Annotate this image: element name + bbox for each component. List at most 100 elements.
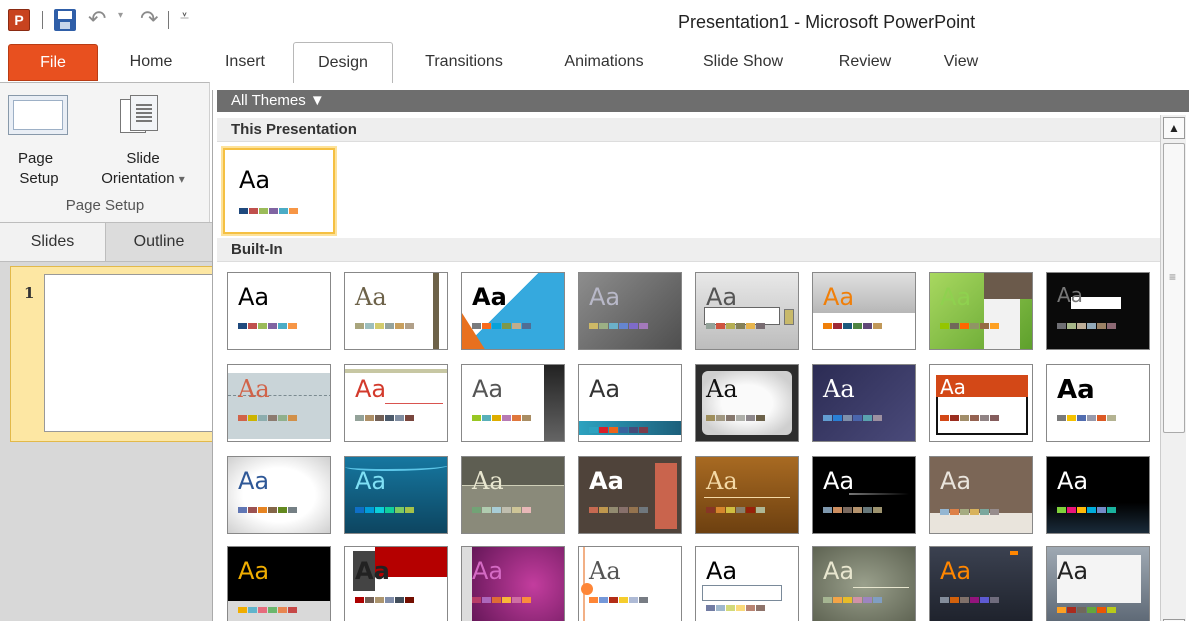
title-bar: P ↶ ▾ ↷ ⩡ Presentation1 - Microsoft Powe… bbox=[0, 0, 1189, 42]
slide-thumbnail[interactable] bbox=[44, 274, 219, 432]
tab-transitions[interactable]: Transitions bbox=[408, 42, 520, 82]
theme-apex[interactable]: Aa bbox=[578, 272, 682, 350]
theme-office-current[interactable]: Aa bbox=[223, 148, 335, 234]
grip-icon: ≡ bbox=[1169, 270, 1177, 284]
scroll-up-icon[interactable]: ▲ bbox=[1163, 117, 1185, 139]
save-icon[interactable] bbox=[54, 9, 76, 31]
theme-black-tie[interactable]: Aa bbox=[1046, 272, 1150, 350]
group-label: Page Setup bbox=[65, 197, 145, 214]
all-themes-header[interactable]: All Themes ▼ bbox=[217, 90, 1189, 112]
undo-dropdown-icon[interactable]: ▾ bbox=[118, 10, 123, 21]
separator bbox=[42, 11, 43, 29]
theme-preview-text: Aa bbox=[589, 467, 624, 495]
theme-metro[interactable]: Aa bbox=[1046, 456, 1150, 534]
theme-civic[interactable]: Aa bbox=[227, 364, 331, 442]
theme-preview-text: Aa bbox=[940, 467, 972, 495]
slides-pane: 1 bbox=[0, 262, 219, 621]
theme-preview-text: Aa bbox=[589, 557, 621, 585]
window-title: Presentation1 - Microsoft PowerPoint bbox=[678, 12, 976, 32]
theme-office[interactable]: Aa bbox=[227, 272, 331, 350]
page-setup-button[interactable]: Page Setup bbox=[18, 149, 74, 189]
theme-preview-text: Aa bbox=[706, 375, 738, 403]
theme-aspect[interactable]: Aa bbox=[812, 272, 916, 350]
theme-preview-text: Aa bbox=[238, 467, 270, 495]
theme-composite[interactable]: Aa bbox=[461, 364, 565, 442]
slide-orientation-label-line1: Slide bbox=[126, 150, 160, 167]
theme-elemental[interactable]: Aa bbox=[812, 364, 916, 442]
theme-preview-text: Aa bbox=[589, 375, 621, 403]
theme-origin[interactable]: Aa bbox=[695, 546, 799, 621]
theme-apothecary[interactable]: Aa bbox=[695, 272, 799, 350]
theme-preview-text: Aa bbox=[823, 557, 855, 585]
theme-preview-text: Aa bbox=[940, 375, 966, 399]
theme-preview-text: Aa bbox=[1057, 283, 1083, 307]
ribbon-tabs: File Home Insert Design Transitions Anim… bbox=[0, 42, 1189, 83]
theme-preview-text: Aa bbox=[472, 557, 504, 585]
customize-quick-access-icon[interactable]: ⩡ bbox=[180, 8, 189, 26]
slide-orientation-label-line2: Orientation bbox=[101, 170, 175, 187]
theme-preview-text: Aa bbox=[472, 467, 504, 495]
theme-couture[interactable]: Aa bbox=[695, 364, 799, 442]
page-setup-label-line1: Page bbox=[18, 150, 54, 167]
section-built-in: Built-In bbox=[217, 238, 1161, 262]
theme-horizon[interactable]: Aa bbox=[812, 456, 916, 534]
tab-file[interactable]: File bbox=[8, 44, 98, 81]
theme-preview-text: Aa bbox=[940, 557, 972, 585]
theme-grid[interactable]: Aa bbox=[578, 456, 682, 534]
theme-pushpin[interactable]: Aa bbox=[1046, 546, 1150, 621]
undo-icon[interactable]: ↶ bbox=[88, 7, 106, 31]
theme-preview-text: Aa bbox=[238, 283, 270, 311]
theme-perspective[interactable]: Aa bbox=[929, 546, 1033, 621]
theme-preview-text: Aa bbox=[1057, 375, 1095, 405]
theme-preview-text: Aa bbox=[706, 283, 738, 311]
page-setup-group: Page Setup Slide Orientation ▾ Page Setu… bbox=[0, 82, 210, 222]
theme-preview-text: Aa bbox=[238, 557, 270, 585]
theme-preview-text: Aa bbox=[472, 283, 507, 311]
slide-number: 1 bbox=[24, 284, 35, 302]
tab-slides[interactable]: Slides bbox=[0, 223, 106, 261]
tab-view[interactable]: View bbox=[930, 42, 992, 82]
theme-preview-text: Aa bbox=[823, 467, 855, 495]
pane-tabs: Slides Outline bbox=[0, 222, 212, 262]
theme-preview-text: Aa bbox=[940, 283, 972, 311]
redo-icon[interactable]: ↷ bbox=[140, 7, 158, 31]
theme-median[interactable]: Aa bbox=[929, 456, 1033, 534]
themes-gallery: All Themes ▼ This Presentation Built-In … bbox=[212, 90, 1189, 621]
theme-preview-text: Aa bbox=[239, 166, 271, 194]
tab-animations[interactable]: Animations bbox=[548, 42, 660, 82]
theme-austin[interactable]: Aa bbox=[929, 272, 1033, 350]
theme-preview-text: Aa bbox=[706, 557, 738, 585]
theme-paper[interactable]: Aa bbox=[812, 546, 916, 621]
slide-orientation-button[interactable]: Slide Orientation ▾ bbox=[84, 149, 202, 189]
theme-flow[interactable]: Aa bbox=[344, 456, 448, 534]
theme-executive[interactable]: Aa bbox=[227, 456, 331, 534]
tab-design[interactable]: Design bbox=[293, 42, 393, 83]
theme-foundry[interactable]: Aa bbox=[461, 456, 565, 534]
tab-slide-show[interactable]: Slide Show bbox=[686, 42, 800, 82]
scroll-thumb[interactable]: ≡ bbox=[1163, 143, 1185, 433]
tab-outline[interactable]: Outline bbox=[106, 223, 212, 261]
theme-preview-text: Aa bbox=[472, 375, 504, 403]
theme-opulent[interactable]: Aa bbox=[461, 546, 565, 621]
theme-module[interactable]: Aa bbox=[227, 546, 331, 621]
theme-preview-text: Aa bbox=[355, 375, 387, 403]
theme-preview-text: Aa bbox=[1057, 467, 1089, 495]
theme-angles[interactable]: Aa bbox=[461, 272, 565, 350]
tab-insert[interactable]: Insert bbox=[210, 42, 280, 82]
page-setup-icon[interactable] bbox=[8, 95, 68, 135]
theme-preview-text: Aa bbox=[823, 375, 855, 403]
gallery-scrollbar[interactable]: ▲ ≡ ▼ bbox=[1160, 115, 1186, 621]
slide-orientation-icon[interactable] bbox=[118, 93, 162, 137]
theme-equity[interactable]: Aa bbox=[929, 364, 1033, 442]
tab-home[interactable]: Home bbox=[112, 42, 190, 82]
theme-essential[interactable]: Aa bbox=[1046, 364, 1150, 442]
theme-adjacency[interactable]: Aa bbox=[344, 272, 448, 350]
theme-hardcover[interactable]: Aa bbox=[695, 456, 799, 534]
theme-oriel[interactable]: Aa bbox=[578, 546, 682, 621]
theme-clarity[interactable]: Aa bbox=[344, 364, 448, 442]
theme-concourse[interactable]: Aa bbox=[578, 364, 682, 442]
tab-review[interactable]: Review bbox=[826, 42, 904, 82]
powerpoint-logo-icon[interactable]: P bbox=[8, 9, 30, 31]
chevron-down-icon: ▾ bbox=[178, 172, 185, 186]
theme-newsprint[interactable]: Aa bbox=[344, 546, 448, 621]
